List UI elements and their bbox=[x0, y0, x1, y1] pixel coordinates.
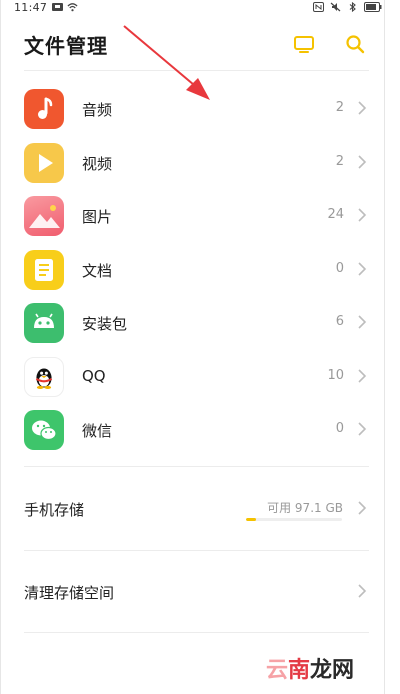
category-wechat[interactable]: 微信 0 bbox=[0, 403, 400, 457]
chevron-right-icon bbox=[358, 422, 367, 436]
chevron-right-icon bbox=[358, 315, 367, 329]
chevron-right-icon bbox=[358, 208, 367, 222]
category-list: 音频 2 视频 2 图片 24 文档 0 安装包 6 QQ 10 微信 0 bbox=[0, 82, 400, 457]
annotation-arrow bbox=[123, 25, 210, 100]
phone-storage-row[interactable]: 手机存储 可用 97.1 GB bbox=[0, 478, 400, 538]
picture-icon bbox=[24, 196, 64, 236]
section-divider bbox=[24, 550, 369, 551]
category-label: 视频 bbox=[82, 154, 113, 173]
android-icon bbox=[24, 303, 64, 343]
category-documents[interactable]: 文档 0 bbox=[0, 243, 400, 297]
qq-penguin-icon bbox=[24, 356, 64, 397]
category-count: 2 bbox=[335, 153, 344, 169]
category-label: 图片 bbox=[82, 208, 113, 226]
chevron-right-icon bbox=[358, 154, 367, 169]
chevron-right-icon bbox=[358, 261, 367, 276]
category-label: 文档 bbox=[82, 261, 113, 280]
clean-storage-label: 清理存储空间 bbox=[24, 584, 115, 602]
section-divider bbox=[24, 466, 369, 467]
notification-icon bbox=[52, 3, 63, 11]
mute-icon bbox=[330, 2, 341, 12]
clean-storage-row[interactable]: 清理存储空间 bbox=[0, 562, 400, 622]
status-time: 11:47 bbox=[14, 1, 48, 14]
storage-label: 手机存储 bbox=[24, 501, 85, 519]
battery-icon bbox=[364, 2, 382, 12]
wifi-icon bbox=[67, 3, 78, 12]
status-bar: 11:47 bbox=[0, 0, 400, 18]
chevron-right-icon bbox=[358, 368, 367, 383]
category-count: 0 bbox=[335, 421, 344, 436]
category-count: 6 bbox=[335, 314, 344, 329]
category-qq[interactable]: QQ 10 bbox=[0, 350, 400, 404]
document-icon bbox=[24, 249, 64, 290]
category-label: 安装包 bbox=[82, 315, 128, 333]
category-count: 0 bbox=[335, 260, 344, 276]
watermark-part: 龙网 bbox=[310, 658, 355, 683]
bluetooth-icon bbox=[349, 2, 356, 12]
category-label: 音频 bbox=[82, 101, 113, 119]
category-pictures[interactable]: 图片 24 bbox=[0, 189, 400, 243]
music-note-icon bbox=[24, 89, 64, 129]
chevron-right-icon bbox=[358, 101, 367, 115]
category-label: 微信 bbox=[82, 422, 113, 440]
chevron-right-icon bbox=[358, 584, 367, 598]
category-count: 10 bbox=[327, 367, 344, 383]
play-icon bbox=[24, 142, 64, 183]
category-apk[interactable]: 安装包 6 bbox=[0, 296, 400, 350]
category-count: 2 bbox=[335, 100, 344, 115]
page-title: 文件管理 bbox=[24, 34, 108, 58]
category-video[interactable]: 视频 2 bbox=[0, 136, 400, 190]
storage-usage-fill bbox=[246, 518, 256, 521]
watermark-logo: 云南龙网 bbox=[266, 652, 366, 683]
nfc-icon bbox=[313, 2, 324, 12]
remote-access-icon[interactable] bbox=[292, 32, 316, 56]
search-icon[interactable] bbox=[343, 32, 367, 56]
wechat-icon bbox=[24, 410, 64, 450]
watermark-part: 云 bbox=[266, 658, 289, 683]
storage-usage-bar bbox=[246, 518, 342, 521]
watermark-part: 南 bbox=[288, 658, 311, 683]
category-count: 24 bbox=[327, 207, 344, 222]
section-divider bbox=[24, 632, 369, 633]
category-label: QQ bbox=[82, 366, 106, 385]
chevron-right-icon bbox=[358, 501, 367, 515]
storage-available: 可用 97.1 GB bbox=[267, 501, 343, 515]
